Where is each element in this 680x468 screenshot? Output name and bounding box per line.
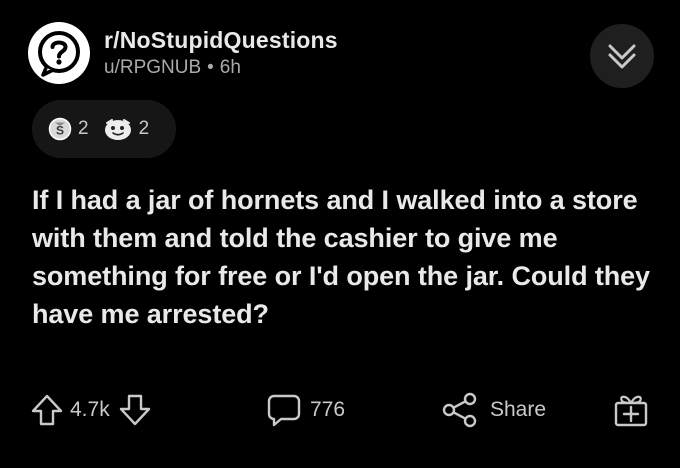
byline: u/RPGNUB • 6h [104, 55, 338, 81]
awards-pill[interactable]: S 2 2 [32, 100, 176, 158]
question-mark-icon [38, 31, 80, 77]
post-meta: r/NoStupidQuestions u/RPGNUB • 6h [104, 25, 338, 81]
post-title[interactable]: If I had a jar of hornets and I walked i… [32, 181, 652, 333]
share-icon [442, 392, 477, 428]
post-age: 6h [219, 57, 241, 78]
award-helpful: 2 [103, 117, 150, 141]
vote-controls: 4.7k [30, 388, 152, 432]
action-bar: 4.7k 776 Share [0, 388, 680, 432]
author-name[interactable]: u/RPGNUB [104, 55, 201, 81]
gift-icon [614, 395, 648, 427]
subreddit-name[interactable]: r/NoStupidQuestions [104, 25, 338, 55]
subreddit-avatar[interactable] [28, 22, 90, 84]
arrow-up-icon[interactable] [30, 393, 64, 427]
award-silver: S 2 [48, 117, 89, 141]
share-button[interactable]: Share [440, 388, 546, 432]
post-header: r/NoStupidQuestions u/RPGNUB • 6h [28, 22, 338, 84]
award-count: 2 [78, 118, 89, 139]
helpful-face-award-icon [104, 119, 131, 140]
comment-count: 776 [310, 398, 346, 421]
collapse-button[interactable] [590, 24, 654, 88]
svg-text:S: S [56, 124, 64, 138]
give-award-button[interactable] [612, 388, 650, 432]
award-count: 2 [138, 118, 150, 139]
comments-button[interactable]: 776 [266, 388, 345, 432]
speech-bubble-icon [267, 394, 301, 427]
byline-separator: • [207, 57, 214, 78]
arrow-down-icon[interactable] [118, 393, 152, 427]
chevron-down-icon [608, 44, 636, 69]
vote-score: 4.7k [70, 398, 110, 421]
share-label: Share [490, 398, 547, 421]
silver-coin-award-icon: S [48, 117, 72, 141]
